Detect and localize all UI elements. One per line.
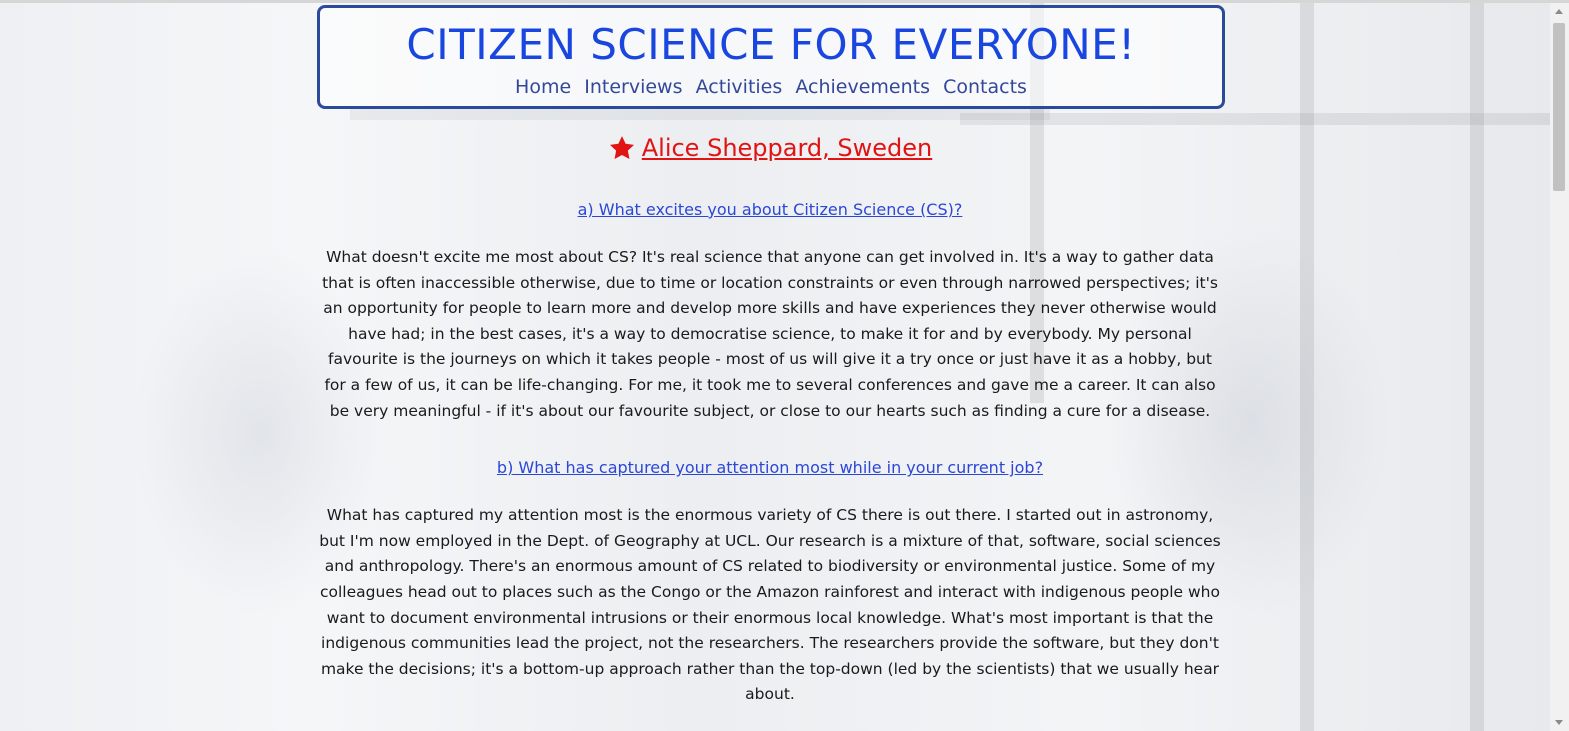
scroll-thumb[interactable] [1553,23,1565,191]
nav-interviews[interactable]: Interviews [584,76,682,98]
scroll-down-arrow-icon[interactable] [1555,720,1563,725]
answer-a-text: What doesn't excite me most about CS? It… [322,248,1218,420]
site-title: CITIZEN SCIENCE FOR EVERYONE! [406,20,1136,69]
main-nav: Home Interviews Activities Achievements … [320,76,1222,98]
nav-activities[interactable]: Activities [696,76,783,98]
interviewee-name: Alice Sheppard, Sweden [641,134,933,162]
interviewee-heading: Alice Sheppard, Sweden [608,134,933,162]
nav-home[interactable]: Home [515,76,571,98]
nav-contacts[interactable]: Contacts [943,76,1027,98]
interview-content: Alice Sheppard, Sweden a) What excites y… [317,130,1223,708]
scroll-up-arrow-icon[interactable] [1555,9,1563,14]
nav-achievements[interactable]: Achievements [795,76,930,98]
question-a-link[interactable]: a) What excites you about Citizen Scienc… [317,200,1223,219]
star-icon [609,136,634,159]
page-scrollbar[interactable] [1550,3,1569,731]
site-header: CITIZEN SCIENCE FOR EVERYONE! Home Inter… [317,5,1225,109]
question-b-link[interactable]: b) What has captured your attention most… [317,458,1223,477]
answer-b-text: What has captured my attention most is t… [319,506,1221,704]
